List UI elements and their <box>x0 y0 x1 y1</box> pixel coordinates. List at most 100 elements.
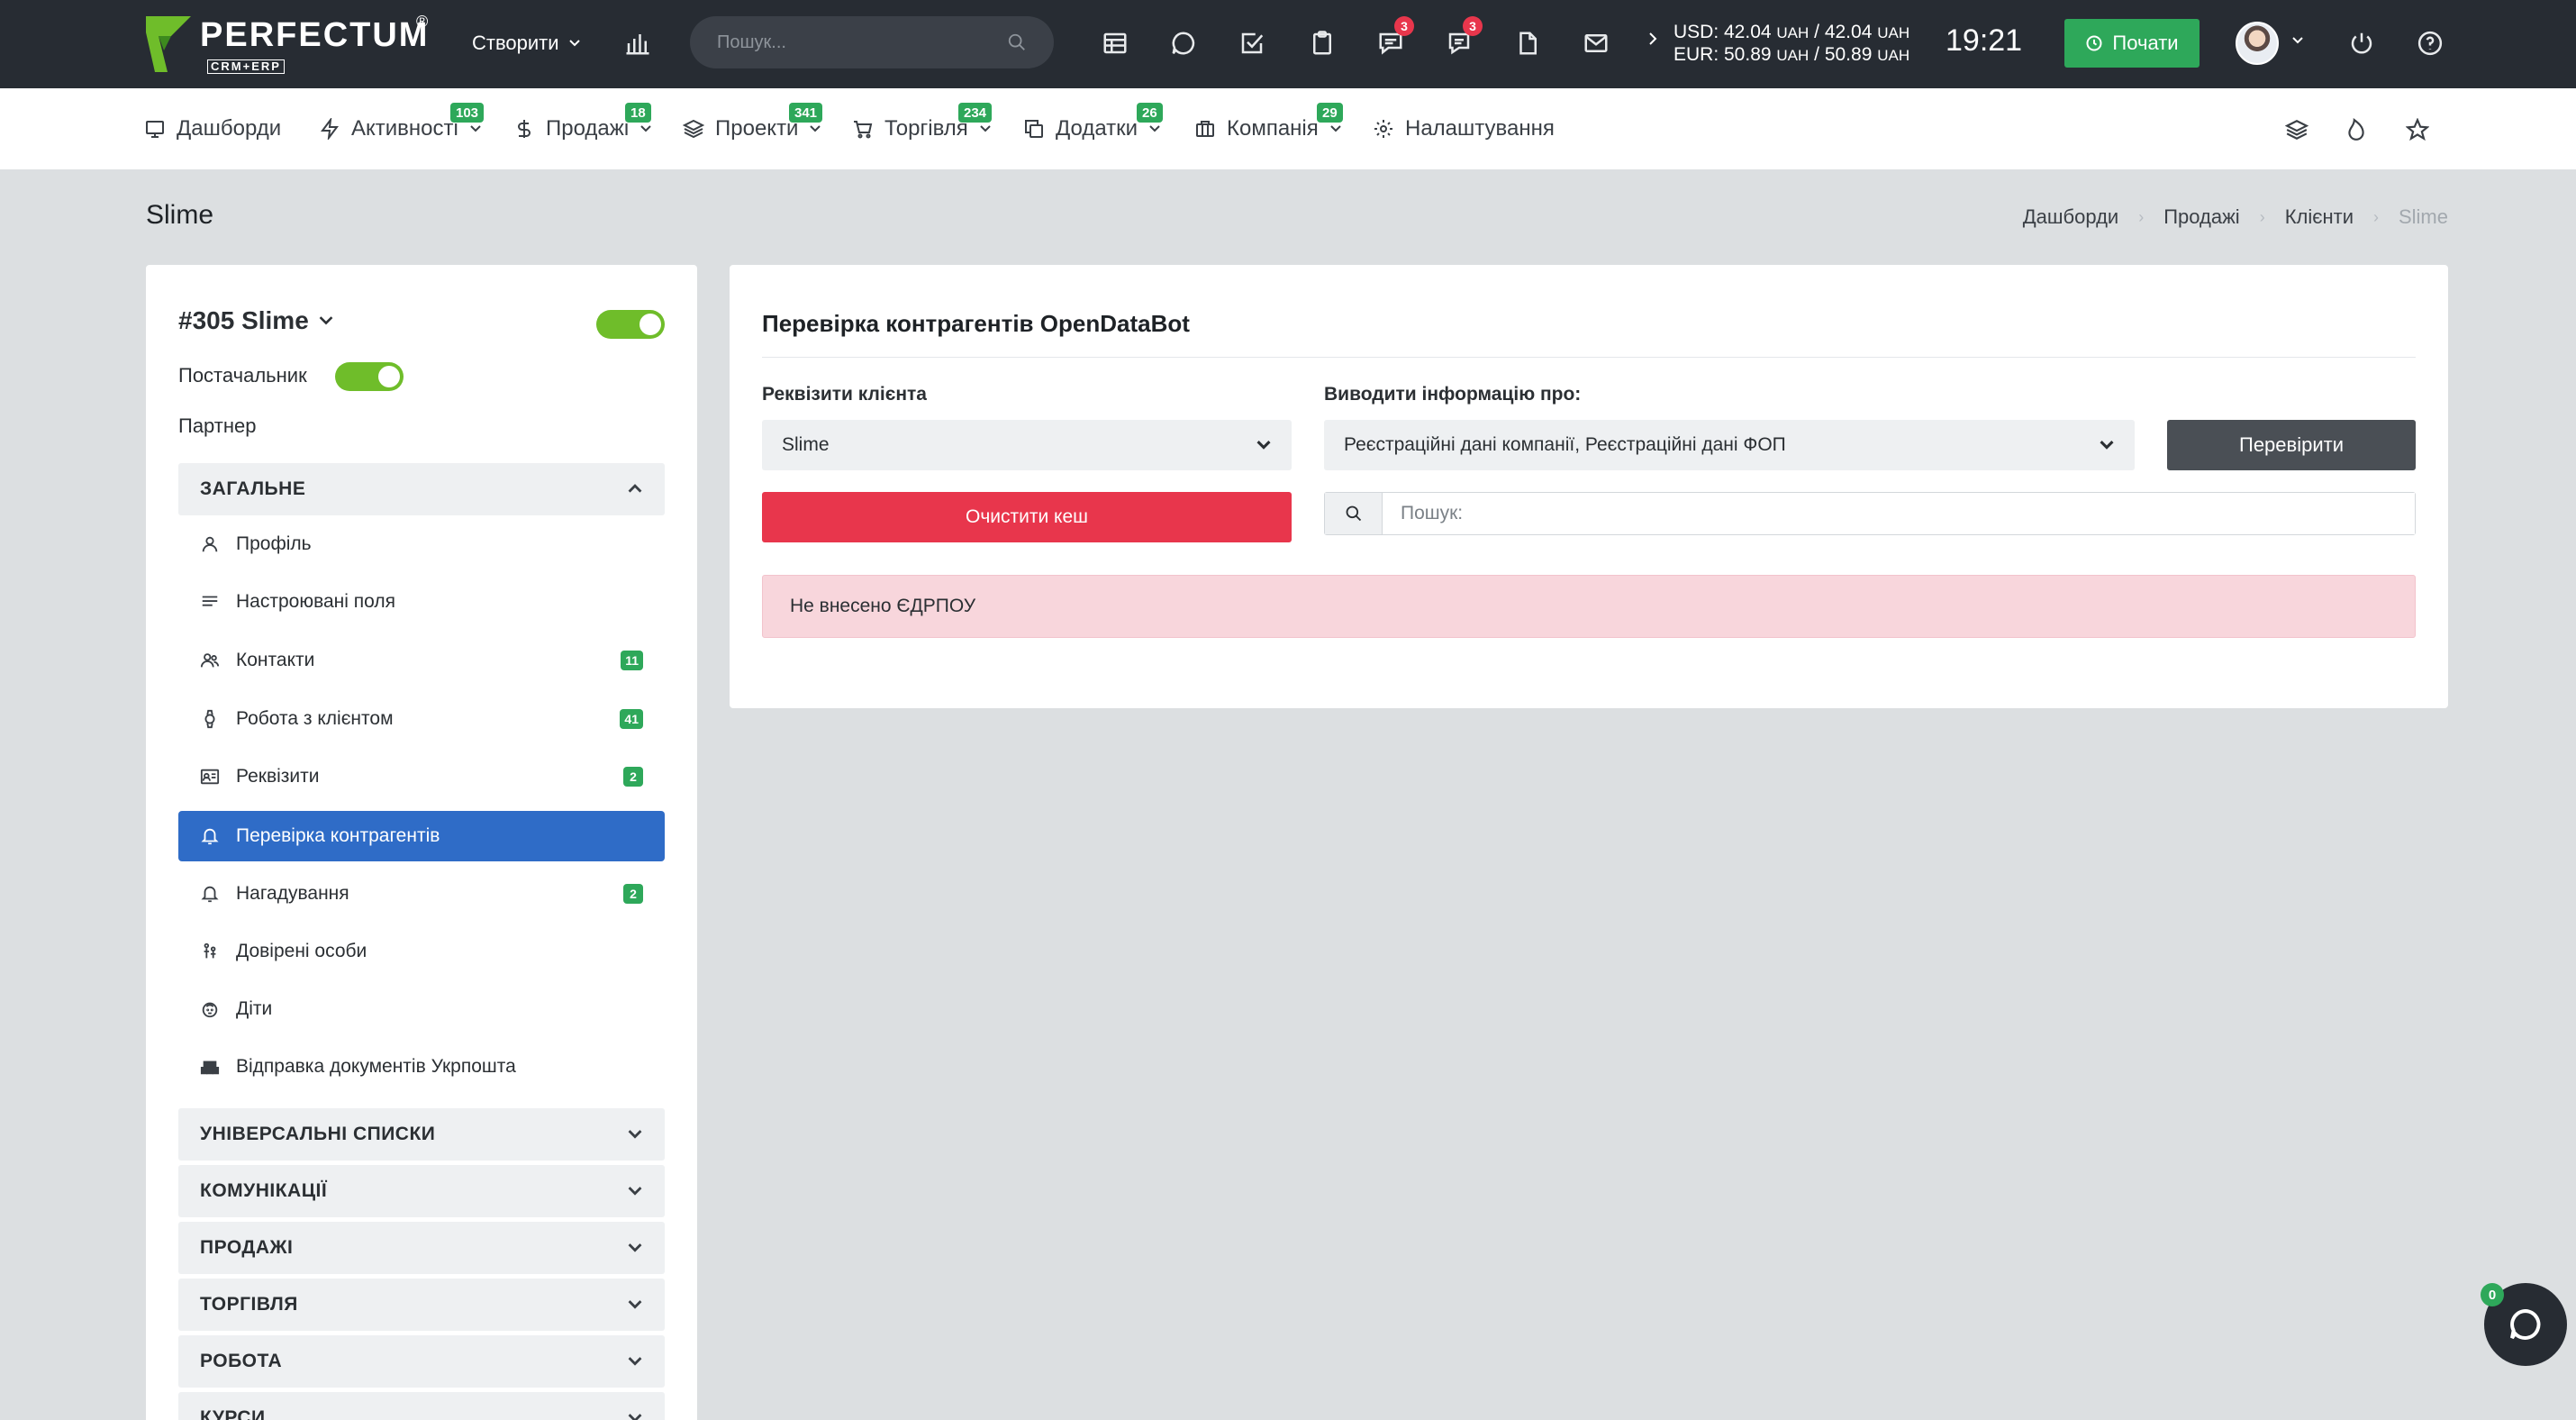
create-dropdown[interactable]: Створити <box>472 25 581 61</box>
chevron-down-icon <box>568 40 580 47</box>
clear-cache-button[interactable]: Очистити кеш <box>762 492 1292 542</box>
nav-item-activities[interactable]: Активності 103 <box>319 103 485 148</box>
requisites-select[interactable]: Slime <box>762 420 1292 470</box>
comments-badge: 3 <box>1394 16 1414 36</box>
nav-item-sales[interactable]: Продажі 18 <box>513 103 652 148</box>
nav-badge: 18 <box>625 103 651 123</box>
nav-item-dashboards[interactable]: Дашборди <box>144 110 281 148</box>
nav-label: Компанія <box>1227 116 1319 141</box>
messages-icon[interactable]: 3 <box>1441 16 1483 61</box>
users-icon <box>200 653 220 668</box>
nav-label: Торгівля <box>884 116 968 141</box>
breadcrumb-clients[interactable]: Клієнти <box>2285 205 2354 229</box>
sidebar-item-contacts[interactable]: Контакти 11 <box>178 635 665 686</box>
sidebar-item-ukrposhta[interactable]: Відправка документів Укрпошта <box>178 1042 665 1092</box>
section-work[interactable]: РОБОТА <box>178 1335 665 1388</box>
search-icon <box>1346 505 1361 522</box>
breadcrumb: Дашборди › Продажі › Клієнти › Slime <box>2023 205 2448 229</box>
nav-item-projects[interactable]: Проекти 341 <box>683 103 823 148</box>
main-nav: Дашборди Активності 103 Продажі 18 Проек… <box>0 88 2576 169</box>
fire-icon[interactable] <box>2340 114 2372 146</box>
client-title[interactable]: #305 Slime <box>178 306 334 335</box>
chevron-down-icon <box>980 125 991 132</box>
client-active-toggle[interactable] <box>596 310 665 339</box>
chevron-down-icon <box>1149 125 1160 132</box>
breadcrumb-separator: › <box>2372 207 2379 226</box>
sidebar-item-label: Перевірка контрагентів <box>236 825 440 846</box>
comments-icon[interactable]: 3 <box>1373 16 1414 61</box>
chart-bar-icon[interactable] <box>620 25 656 61</box>
help-icon[interactable] <box>2412 25 2448 61</box>
sidebar-item-trusted-persons[interactable]: Довірені особи <box>178 926 665 977</box>
breadcrumb-sales[interactable]: Продажі <box>2163 205 2239 229</box>
breadcrumb-separator: › <box>2138 207 2145 226</box>
star-icon[interactable] <box>2401 114 2434 146</box>
sidebar-item-profile[interactable]: Профіль <box>178 519 665 569</box>
section-sales[interactable]: ПРОДАЖІ <box>178 1222 665 1274</box>
results-search-input[interactable] <box>1383 493 2415 534</box>
eur-rate-second: / 50.89 <box>1814 44 1873 65</box>
breadcrumb-dashboards[interactable]: Дашборди <box>2023 205 2118 229</box>
logo-subtitle: CRM+ERP <box>207 59 285 74</box>
global-search-input[interactable] <box>717 32 1007 53</box>
section-label: КОМУНІКАЦІЇ <box>200 1180 328 1201</box>
clipboard-icon[interactable] <box>1304 25 1340 61</box>
dollar-icon <box>518 120 531 138</box>
sidebar-item-reminders[interactable]: Нагадування 2 <box>178 869 665 919</box>
section-general-label: ЗАГАЛЬНЕ <box>200 478 306 499</box>
sidebar-item-badge: 2 <box>623 767 643 787</box>
layers-icon[interactable] <box>2281 114 2313 146</box>
alert-message: Не внесено ЄДРПОУ <box>762 575 2416 638</box>
chat-widget-button[interactable]: 0 <box>2481 1283 2567 1366</box>
nav-badge: 103 <box>450 103 485 123</box>
sidebar-item-client-work[interactable]: Робота з клієнтом 41 <box>178 694 665 744</box>
section-trade[interactable]: ТОРГІВЛЯ <box>178 1279 665 1331</box>
section-general[interactable]: ЗАГАЛЬНЕ <box>178 463 665 515</box>
chevron-down-icon[interactable] <box>2291 34 2304 47</box>
requisites-label: Реквізити клієнта <box>762 384 927 405</box>
table-icon[interactable] <box>1097 25 1133 61</box>
nav-label: Налаштування <box>1405 116 1555 141</box>
nav-label: Дашборди <box>177 116 282 141</box>
envelope-icon[interactable] <box>1578 25 1614 61</box>
sidebar-item-label: Робота з клієнтом <box>236 708 394 729</box>
document-icon[interactable] <box>1510 25 1546 61</box>
nav-item-trade[interactable]: Торгівля 234 <box>852 103 993 148</box>
lightning-icon <box>321 118 339 140</box>
power-icon[interactable] <box>2344 25 2380 61</box>
section-universal-lists[interactable]: УНІВЕРСАЛЬНІ СПИСКИ <box>178 1108 665 1161</box>
chevron-down-icon <box>640 125 651 132</box>
nav-item-addons[interactable]: Додатки 26 <box>1023 103 1163 148</box>
section-communications[interactable]: КОМУНІКАЦІЇ <box>178 1165 665 1217</box>
info-label: Виводити інформацію про: <box>1324 384 1582 405</box>
sidebar-item-counterparty-check[interactable]: Перевірка контрагентів <box>178 811 665 861</box>
section-courses[interactable]: КУРСИ <box>178 1392 665 1420</box>
briefcase-icon <box>1196 121 1214 137</box>
section-label: РОБОТА <box>200 1351 283 1371</box>
nav-badge: 234 <box>958 103 993 123</box>
start-button[interactable]: Почати <box>2064 19 2200 68</box>
sidebar-item-children[interactable]: Діти <box>178 984 665 1034</box>
chevron-right-icon[interactable] <box>1646 31 1659 47</box>
sidebar-item-custom-fields[interactable]: Настроювані поля <box>178 577 665 627</box>
avatar[interactable] <box>2236 22 2279 65</box>
supplier-toggle[interactable] <box>335 362 404 391</box>
nav-item-company[interactable]: Компанія 29 <box>1194 103 1343 148</box>
chat-bubble-icon[interactable] <box>1166 25 1202 61</box>
logo[interactable]: PERFECTUM ® CRM+ERP <box>144 13 450 76</box>
chevron-down-icon <box>628 1243 642 1252</box>
persons-icon <box>204 942 216 959</box>
layers-icon <box>683 119 704 139</box>
breadcrumb-separator: › <box>2259 207 2265 226</box>
chevron-down-icon <box>628 1187 642 1196</box>
chat-icon <box>2510 1308 2541 1340</box>
global-search[interactable] <box>690 16 1054 68</box>
checkbox-icon[interactable] <box>1234 25 1270 61</box>
eur-rate-line: EUR: 50.89 UAH / 50.89 UAH <box>1673 44 1909 67</box>
sidebar-item-badge: 11 <box>621 651 643 670</box>
check-button[interactable]: Перевірити <box>2167 420 2416 470</box>
nav-item-settings[interactable]: Налаштування <box>1373 110 1555 148</box>
sidebar-item-requisites[interactable]: Реквізити 2 <box>178 751 665 802</box>
info-select[interactable]: Реєстраційні дані компанії, Реєстраційні… <box>1324 420 2135 470</box>
sidebar-item-badge: 2 <box>623 884 643 904</box>
